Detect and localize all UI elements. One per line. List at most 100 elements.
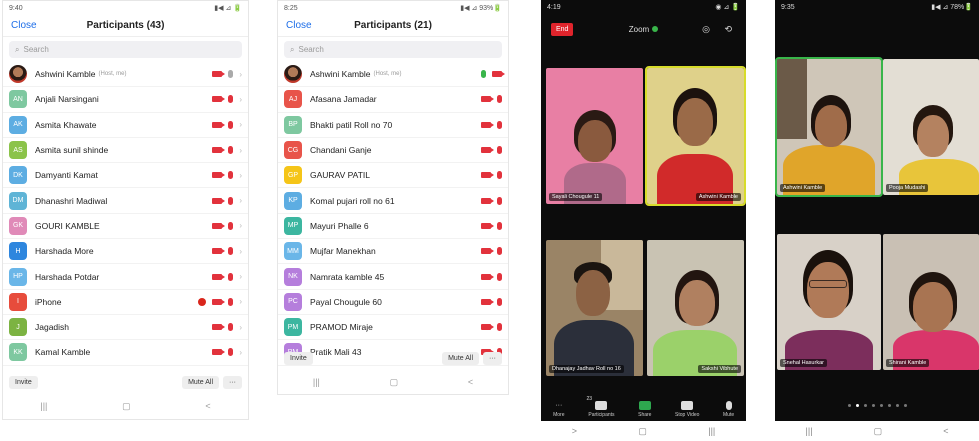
participant-row[interactable]: KP Komal pujari roll no 61 <box>278 188 508 214</box>
chevron-right-icon[interactable]: › <box>239 221 242 230</box>
invite-button[interactable]: Invite <box>9 375 38 389</box>
video-off-icon[interactable] <box>481 222 494 229</box>
back-button[interactable]: < <box>943 426 948 436</box>
page-dot[interactable] <box>847 404 851 407</box>
mic-muted-icon[interactable] <box>497 323 502 332</box>
video-off-icon[interactable] <box>212 71 226 78</box>
participant-row[interactable]: BP Bhakti patil Roll no 70 <box>278 113 508 138</box>
mic-muted-icon[interactable] <box>228 146 234 155</box>
mic-muted-icon[interactable] <box>228 196 234 205</box>
invite-button[interactable]: Invite <box>284 351 313 365</box>
participant-row[interactable]: DK Damyanti Kamat › <box>3 163 248 189</box>
chevron-right-icon[interactable]: › <box>239 196 242 205</box>
recents-button[interactable]: ||| <box>806 426 813 436</box>
close-button[interactable]: Close <box>11 20 37 31</box>
page-dot[interactable] <box>895 404 899 407</box>
page-dot[interactable] <box>887 404 891 407</box>
participant-row[interactable]: AK Asmita Khawate › <box>3 113 248 138</box>
participant-row[interactable]: DM Dhanashri Madiwal › <box>3 188 248 214</box>
participant-row[interactable]: AN Anjali Narsingani › <box>3 87 248 113</box>
video-off-icon[interactable] <box>212 349 226 356</box>
participant-row[interactable]: MM Mujfar Manekhan <box>278 239 508 265</box>
participant-row[interactable]: MP Mayuri Phalle 6 <box>278 214 508 240</box>
video-tile-active-speaker[interactable]: Ashwini Kamble <box>645 66 746 206</box>
page-dot[interactable] <box>855 404 859 407</box>
share-button[interactable]: Share <box>638 401 651 418</box>
mic-muted-icon[interactable] <box>228 247 234 256</box>
mute-all-button[interactable]: Mute All <box>182 375 219 389</box>
video-off-icon[interactable] <box>212 273 226 280</box>
mic-muted-icon[interactable] <box>228 297 234 306</box>
participant-row[interactable]: GP GAURAV PATIL <box>278 163 508 189</box>
back-button[interactable]: < <box>468 377 473 387</box>
mic-muted-icon[interactable] <box>228 95 234 104</box>
video-off-icon[interactable] <box>481 273 494 280</box>
chevron-right-icon[interactable]: › <box>239 348 242 357</box>
mic-muted-icon[interactable] <box>497 146 502 155</box>
participant-row[interactable]: Ashwini Kamble (Host, me) <box>278 62 508 88</box>
more-button[interactable]: ··· <box>483 351 502 365</box>
more-button[interactable]: ··· More <box>553 401 565 418</box>
participant-row[interactable]: PC Payal Chougule 60 <box>278 290 508 315</box>
video-off-icon[interactable] <box>481 197 494 204</box>
recents-button[interactable]: ||| <box>40 401 47 411</box>
participants-button[interactable]: 23 Participants <box>586 396 614 418</box>
video-off-icon[interactable] <box>492 71 505 78</box>
participant-row[interactable]: J Jagadish › <box>3 315 248 341</box>
video-off-icon[interactable] <box>212 298 226 305</box>
page-dot[interactable] <box>879 404 883 407</box>
participant-row[interactable]: IiPhone › <box>3 290 248 315</box>
mic-muted-icon[interactable] <box>497 221 502 230</box>
home-button[interactable]: ▢ <box>638 426 647 437</box>
gallery-page-indicator[interactable] <box>775 404 979 407</box>
video-off-icon[interactable] <box>212 197 226 204</box>
video-tile[interactable]: Pooja Mudashi <box>883 59 979 195</box>
mic-muted-icon[interactable] <box>228 221 234 230</box>
video-off-icon[interactable] <box>212 222 226 229</box>
participant-row[interactable]: HP Harshada Potdar › <box>3 264 248 290</box>
chevron-right-icon[interactable]: › <box>239 120 242 129</box>
video-off-icon[interactable] <box>481 248 494 255</box>
mic-muted-icon[interactable] <box>497 272 502 281</box>
mic-muted-icon[interactable] <box>228 70 234 79</box>
chevron-right-icon[interactable]: › <box>239 70 242 79</box>
video-off-icon[interactable] <box>212 248 226 255</box>
mute-all-button[interactable]: Mute All <box>442 351 479 365</box>
participant-row[interactable]: PM PRAMOD Miraje <box>278 315 508 341</box>
video-tile-active-speaker[interactable]: Ashwini Kamble <box>775 57 883 197</box>
page-dot[interactable] <box>903 404 907 407</box>
camera-switch-icon[interactable]: ◎ ⟲ <box>702 24 738 35</box>
participant-row[interactable]: Ashwini Kamble (Host, me) › <box>3 62 248 88</box>
home-button[interactable]: ▢ <box>874 426 883 437</box>
page-dot[interactable] <box>863 404 867 407</box>
recents-button[interactable]: ||| <box>313 377 320 387</box>
mic-muted-icon[interactable] <box>497 247 502 256</box>
video-off-icon[interactable] <box>481 147 494 154</box>
participant-row[interactable]: CG Chandani Ganje <box>278 138 508 164</box>
video-off-icon[interactable] <box>481 324 494 331</box>
video-tile[interactable]: Sakshi Vibhute <box>647 240 744 376</box>
video-off-icon[interactable] <box>212 96 226 103</box>
video-off-icon[interactable] <box>212 324 226 331</box>
mic-muted-icon[interactable] <box>497 196 502 205</box>
participant-row[interactable]: H Harshada More › <box>3 239 248 265</box>
video-off-icon[interactable] <box>212 172 226 179</box>
participant-row[interactable]: AJ Afasana Jamadar <box>278 87 508 113</box>
mic-muted-icon[interactable] <box>228 272 234 281</box>
mic-muted-icon[interactable] <box>497 120 502 129</box>
end-meeting-button[interactable]: End <box>551 22 574 36</box>
chevron-right-icon[interactable]: › <box>239 146 242 155</box>
home-button[interactable]: ▢ <box>390 377 399 388</box>
video-off-icon[interactable] <box>212 147 226 154</box>
participant-row[interactable]: GK GOURI KAMBLE › <box>3 214 248 240</box>
mic-muted-icon[interactable] <box>228 323 234 332</box>
recents-button[interactable]: ||| <box>708 426 715 436</box>
page-dot[interactable] <box>871 404 875 407</box>
video-tile[interactable]: Shirani Kamble <box>883 234 979 370</box>
mic-muted-icon[interactable] <box>228 171 234 180</box>
search-input[interactable]: ⌕ Search <box>9 41 242 58</box>
mic-muted-icon[interactable] <box>497 95 502 104</box>
chevron-right-icon[interactable]: › <box>239 171 242 180</box>
search-input[interactable]: ⌕ Search <box>284 41 502 58</box>
chevron-right-icon[interactable]: › <box>239 95 242 104</box>
